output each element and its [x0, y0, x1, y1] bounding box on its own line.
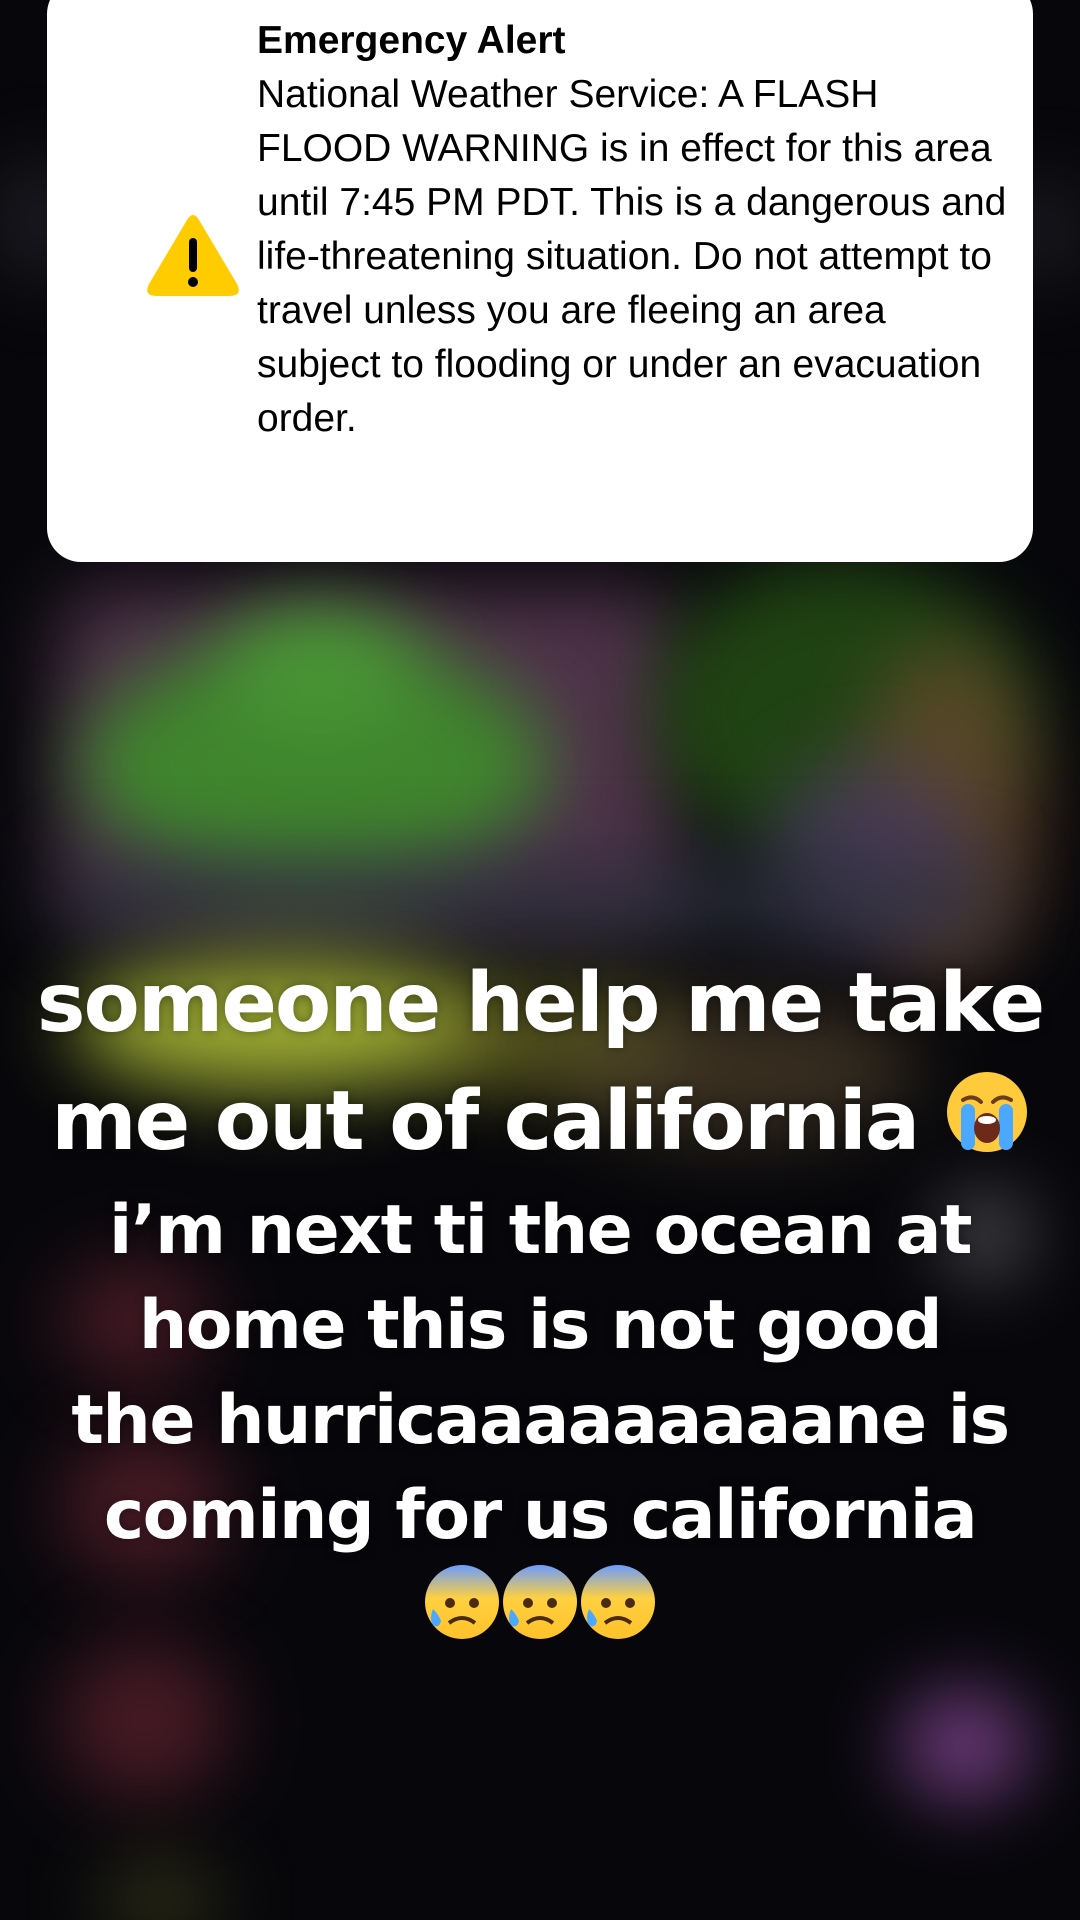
alert-message: National Weather Service: A FLASH FLOOD …	[257, 73, 1007, 440]
anxious-face-with-sweat-icon	[501, 1563, 579, 1666]
anxious-face-with-sweat-icon	[423, 1563, 501, 1666]
caption-line-7	[0, 1563, 1080, 1666]
loudly-crying-face-icon	[945, 1068, 1029, 1186]
caption-line-1: someone help me take	[36, 956, 1046, 1051]
caption-line-2-text: me out of california	[51, 1074, 920, 1169]
caption-line-3: i’m next ti the ocean at	[109, 1191, 972, 1270]
alert-title: Emergency Alert	[257, 19, 566, 62]
caption-body: i’m next ti the ocean at home this is no…	[0, 1183, 1080, 1666]
caption-line-4: home this is not good	[138, 1286, 943, 1365]
caption-line-2: me out of california	[0, 1063, 1080, 1186]
warning-triangle-icon	[145, 212, 241, 300]
caption-line-6: coming for us california	[103, 1476, 978, 1555]
anxious-face-with-sweat-icon	[579, 1563, 657, 1666]
emergency-alert-notification[interactable]: Emergency Alert National Weather Service…	[47, 0, 1033, 562]
caption-heading: someone help me take me out of californi…	[0, 945, 1080, 1186]
caption-line-5: the hurricaaaaaaaaane is	[71, 1381, 1010, 1460]
